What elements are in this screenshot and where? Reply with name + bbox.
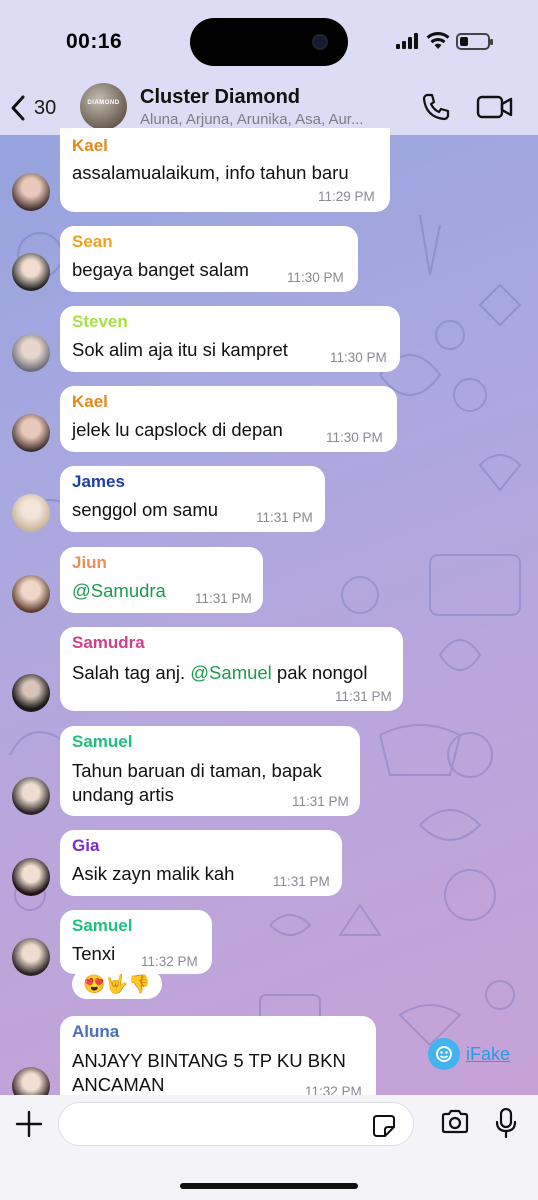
message-time: 11:31 PM (195, 591, 252, 606)
phone-call-icon[interactable] (420, 92, 450, 122)
camera-icon[interactable] (440, 1109, 470, 1135)
message-sender: Sean (72, 232, 113, 251)
message-text-line: ANJAYY BINTANG 5 TP KU BKN (72, 1050, 346, 1071)
battery-icon (456, 33, 493, 50)
message-text: Salah tag anj. @Samuel pak nongol (72, 660, 367, 685)
message-time: 11:30 PM (330, 350, 387, 365)
message-composer (0, 1095, 538, 1200)
message-bubble[interactable]: Kael assalamualaikum, info tahun baru 11… (60, 128, 390, 212)
message-sender: Jiun (72, 553, 107, 572)
message-sender: Kael (72, 392, 108, 411)
message-bubble[interactable]: Gia Asik zayn malik kah 11:31 PM (60, 830, 342, 896)
message-text: begaya banget salam (72, 259, 249, 280)
message-sender: Steven (72, 312, 128, 331)
message-text: senggol om samu (72, 499, 219, 520)
message-sender: James (72, 472, 125, 491)
ifake-label: iFake (466, 1043, 511, 1064)
message-sender: Samudra (72, 633, 145, 652)
message-text-post: pak nongol (271, 662, 368, 683)
message-text-line: Tahun baruan di taman, bapak (72, 760, 322, 781)
message-text: Asik zayn malik kah (72, 863, 235, 884)
message-input[interactable] (58, 1102, 414, 1146)
front-camera (312, 34, 328, 50)
message-time: 11:29 PM (318, 189, 375, 204)
unread-count: 30 (34, 96, 57, 119)
message-bubble[interactable]: Aluna ANJAYY BINTANG 5 TP KU BKN ANCAMAN… (60, 1016, 376, 1095)
avatar[interactable] (12, 777, 50, 815)
message-bubble[interactable]: Samuel Tahun baruan di taman, bapak unda… (60, 726, 360, 816)
avatar[interactable] (12, 414, 50, 452)
message-time: 11:31 PM (256, 510, 313, 525)
avatar[interactable] (12, 253, 50, 291)
battery-level (460, 37, 468, 46)
status-bar: 00:16 (0, 0, 538, 82)
message-text-line: ANCAMAN (72, 1074, 165, 1095)
message-time: 11:32 PM (141, 954, 198, 969)
message-time: 11:31 PM (292, 794, 349, 809)
dynamic-island (190, 18, 348, 66)
message-time: 11:31 PM (335, 689, 392, 704)
message-mention[interactable]: @Samudra (72, 578, 166, 603)
avatar[interactable] (12, 674, 50, 712)
attach-plus-icon[interactable] (14, 1109, 44, 1139)
back-button[interactable]: 30 (10, 92, 70, 124)
message-bubble[interactable]: Samudra Salah tag anj. @Samuel pak nongo… (60, 627, 403, 711)
message-bubble[interactable]: Steven Sok alim aja itu si kampret 11:30… (60, 306, 400, 372)
message-mention[interactable]: @Samuel (190, 662, 272, 683)
message-bubble[interactable]: Kael jelek lu capslock di depan 11:30 PM (60, 386, 397, 452)
message-time: 11:32 PM (305, 1084, 362, 1095)
clock: 00:16 (66, 30, 123, 53)
message-time: 11:30 PM (326, 430, 383, 445)
message-sender: Gia (72, 836, 100, 855)
message-bubble[interactable]: Jiun @Samudra 11:31 PM (60, 547, 263, 613)
group-members[interactable]: Aluna, Arjuna, Arunika, Asa, Aur... (140, 111, 363, 128)
message-reactions[interactable]: 😍🤟👎 (72, 969, 162, 999)
avatar[interactable] (12, 494, 50, 532)
home-indicator[interactable] (180, 1183, 358, 1189)
microphone-icon[interactable] (495, 1107, 517, 1139)
ifake-logo-icon (428, 1038, 460, 1070)
avatar[interactable] (12, 938, 50, 976)
message-bubble[interactable]: Samuel Tenxi 11:32 PM (60, 910, 212, 974)
video-call-icon[interactable] (476, 94, 514, 120)
group-avatar-label: DIAMOND (87, 100, 120, 106)
message-sender: Samuel (72, 916, 133, 935)
message-text: Sok alim aja itu si kampret (72, 339, 288, 360)
ifake-watermark: iFake (428, 1038, 510, 1070)
avatar[interactable] (12, 858, 50, 896)
message-text: assalamualaikum, info tahun baru (72, 162, 349, 183)
group-title[interactable]: Cluster Diamond (140, 86, 300, 109)
message-text: jelek lu capslock di depan (72, 419, 283, 440)
avatar[interactable] (12, 334, 50, 372)
message-sender: Kael (72, 136, 108, 155)
cellular-signal-icon (396, 33, 418, 49)
message-time: 11:30 PM (287, 270, 344, 285)
sticker-icon[interactable] (372, 1114, 396, 1138)
message-bubble[interactable]: Sean begaya banget salam 11:30 PM (60, 226, 358, 292)
message-text-pre: Salah tag anj. (72, 662, 191, 683)
avatar[interactable] (12, 575, 50, 613)
chevron-left-icon (11, 95, 25, 121)
message-time: 11:31 PM (273, 874, 330, 889)
avatar[interactable] (12, 173, 50, 211)
message-text-line: undang artis (72, 784, 174, 805)
group-avatar[interactable]: DIAMOND (80, 83, 127, 130)
message-text: Tenxi (72, 943, 116, 964)
message-sender: Samuel (72, 732, 133, 751)
wifi-icon (426, 32, 450, 49)
message-sender: Aluna (72, 1022, 120, 1041)
message-bubble[interactable]: James senggol om samu 11:31 PM (60, 466, 325, 532)
